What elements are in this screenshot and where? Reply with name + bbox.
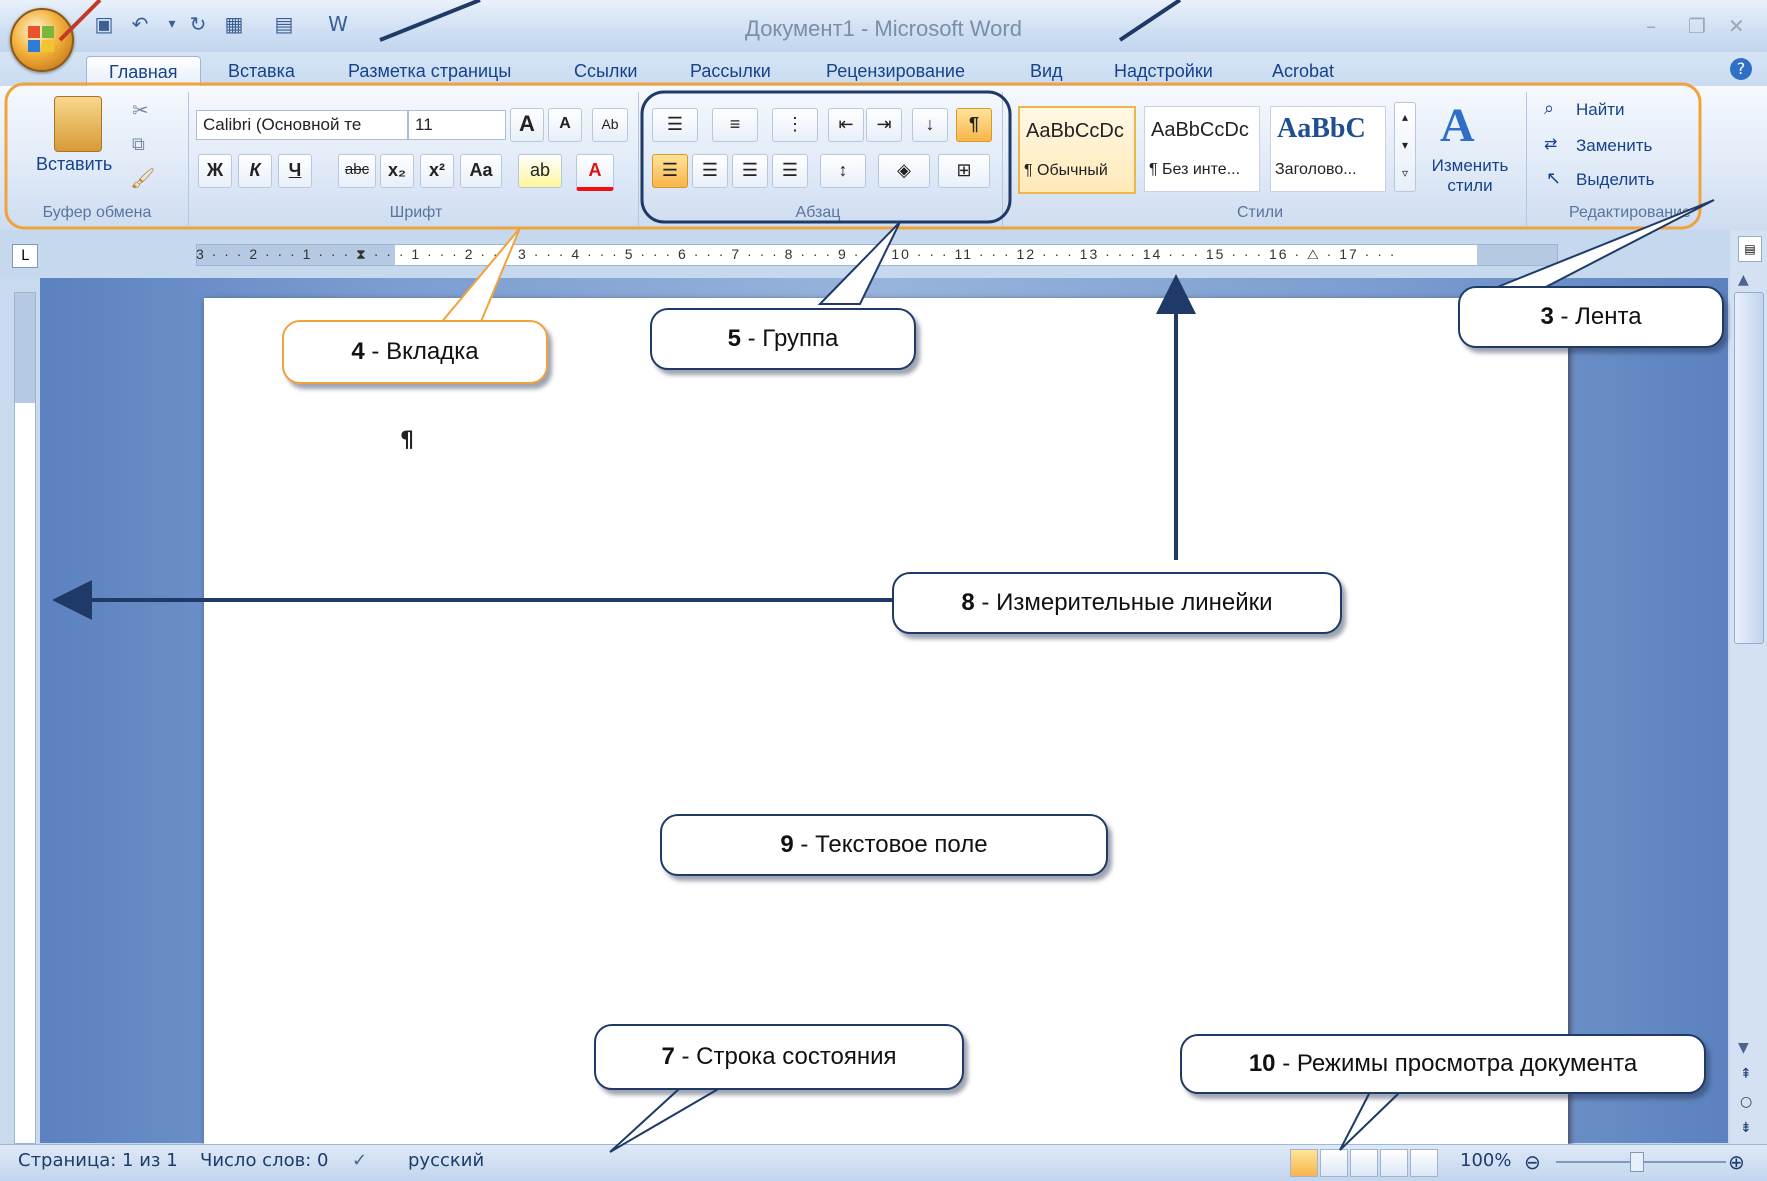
callout-text: - Вкладка (364, 338, 479, 365)
tab-pointer (437, 227, 521, 325)
callout-number: 7 (661, 1043, 675, 1070)
callout-number: 3 (1540, 303, 1554, 330)
callout-text: - Группа (740, 325, 839, 352)
callout-statusbar: 7 - Строка состояния (594, 1024, 964, 1090)
callout-tab: 4 - Вкладка (282, 320, 548, 384)
callout-number: 4 (351, 338, 365, 365)
quick-access-pointer (379, 0, 481, 42)
callout-text: - Лента (1553, 303, 1642, 330)
callout-number: 8 (961, 589, 975, 616)
title-pointer (1118, 0, 1182, 42)
status-pointer (609, 1087, 724, 1153)
callout-rulers: 8 - Измерительные линейки (892, 572, 1342, 634)
callout-number: 10 (1248, 1050, 1276, 1077)
views-pointer (1339, 1091, 1403, 1151)
group-highlight (640, 90, 1012, 224)
callout-text: - Режимы просмотра документа (1275, 1050, 1638, 1077)
callout-text: - Измерительные линейки (974, 589, 1273, 616)
callout-number: 5 (727, 325, 741, 352)
callout-views: 10 - Режимы просмотра документа (1180, 1034, 1706, 1094)
callout-textfield: 9 - Текстовое поле (660, 814, 1108, 876)
group-pointer (817, 221, 901, 305)
callout-pointers (4, 0, 1715, 1153)
callout-number: 9 (780, 831, 794, 858)
callout-text: - Текстовое поле (793, 831, 988, 858)
office-button-pointer (58, 0, 102, 42)
ribbon-pointer (1489, 199, 1715, 291)
ribbon-highlight (4, 82, 1702, 230)
callout-text: - Строка состояния (674, 1043, 897, 1070)
callout-group: 5 - Группа (650, 308, 916, 370)
callout-ribbon: 3 - Лента (1458, 286, 1724, 348)
